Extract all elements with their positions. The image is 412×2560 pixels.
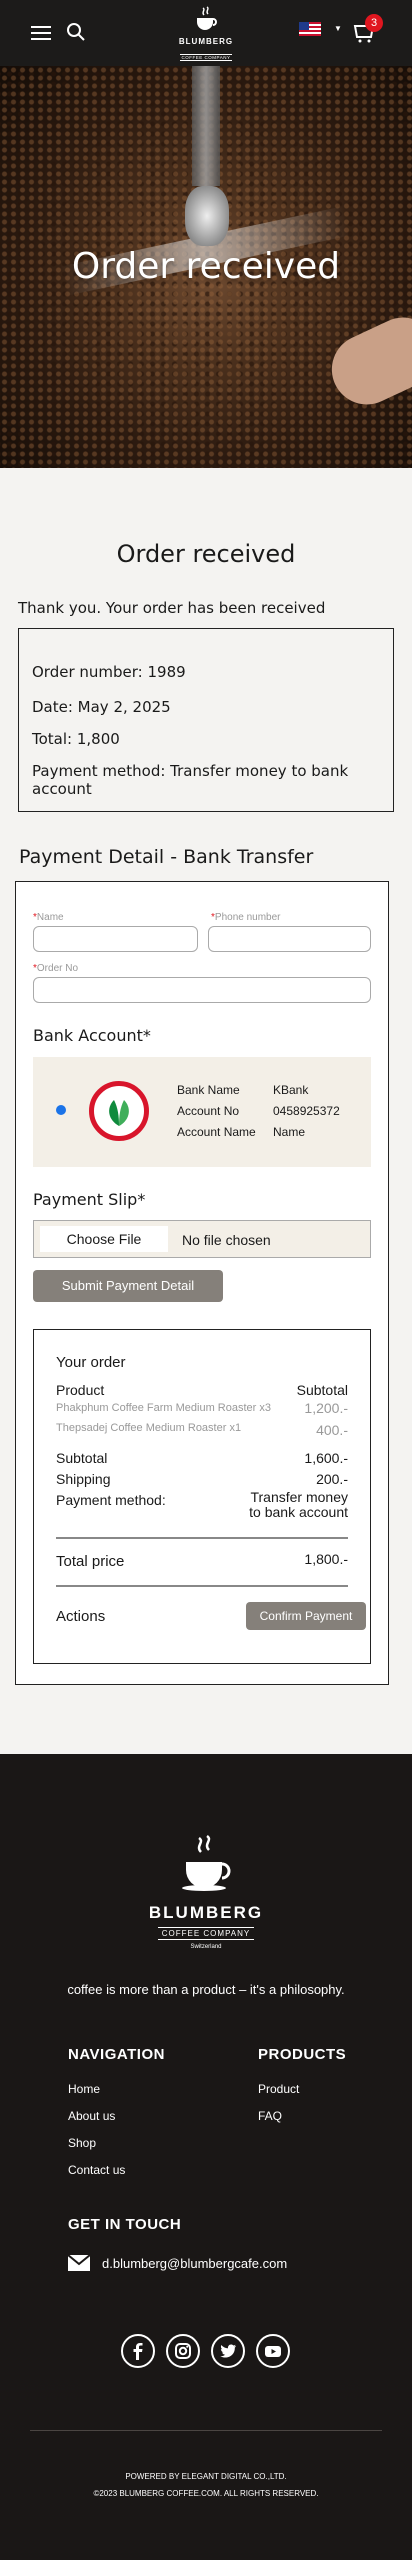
- roaster-hub: [185, 186, 229, 246]
- footer-link-product[interactable]: Product: [258, 2082, 299, 2096]
- footer-logo-sub: COFFEE COMPANY: [157, 1927, 255, 1940]
- confirm-payment-button[interactable]: Confirm Payment: [246, 1602, 366, 1630]
- footer-logo-country: Switzerland: [190, 1944, 222, 1950]
- logo-brand: BLUMBERG: [178, 37, 234, 46]
- footer: BLUMBERG COFFEE COMPANY Switzerland coff…: [0, 1754, 412, 2560]
- logo-sub: COFFEE COMPANY: [179, 54, 233, 61]
- navigation-heading: NAVIGATION: [68, 2046, 165, 2063]
- footer-divider: [30, 2430, 382, 2431]
- total-price-value: 1,800.-: [304, 1551, 348, 1567]
- name-input[interactable]: [33, 926, 198, 952]
- contact-heading: GET IN TOUCH: [68, 2216, 182, 2233]
- account-name-value: Name: [273, 1125, 306, 1139]
- total-price-label: Total price: [56, 1553, 125, 1570]
- bank-account-card[interactable]: Bank Name KBank Account No 0458925372 Ac…: [33, 1057, 371, 1167]
- footer-link-faq[interactable]: FAQ: [258, 2109, 282, 2123]
- your-order-box: Your order Product Subtotal Phakphum Cof…: [33, 1329, 371, 1664]
- bank-name-key: Bank Name: [177, 1083, 240, 1097]
- payment-detail-form: *Name *Phone number *Order No Bank Accou…: [15, 881, 389, 1685]
- order-item-name: Thepsadej Coffee Medium Roaster x1: [56, 1422, 242, 1434]
- menu-icon[interactable]: [31, 26, 51, 40]
- chevron-down-icon[interactable]: ▼: [334, 24, 342, 33]
- payment-detail-title: Payment Detail - Bank Transfer: [19, 846, 314, 868]
- hero-title: Order received: [71, 246, 341, 287]
- footer-logo[interactable]: BLUMBERG COFFEE COMPANY Switzerland: [136, 1834, 276, 1950]
- phone-label: *Phone number: [211, 912, 281, 923]
- subtotal-col-header: Subtotal: [296, 1382, 348, 1398]
- order-number: Order number: 1989: [32, 663, 186, 681]
- search-icon[interactable]: [66, 22, 86, 42]
- payment-slip-heading: Payment Slip*: [33, 1190, 146, 1209]
- youtube-icon[interactable]: [256, 2334, 290, 2368]
- actions-label: Actions: [56, 1608, 106, 1625]
- product-col-header: Product: [56, 1382, 105, 1398]
- order-date: Date: May 2, 2025: [32, 698, 171, 716]
- thank-you-text: Thank you. Your order has been received: [18, 599, 326, 617]
- brand-logo[interactable]: BLUMBERG COFFEE COMPANY: [168, 6, 244, 64]
- footer-tagline: coffee is more than a product – it's a p…: [67, 1982, 345, 1997]
- your-order-title: Your order: [56, 1354, 126, 1371]
- footer-link-shop[interactable]: Shop: [68, 2136, 96, 2150]
- account-name-key: Account Name: [177, 1125, 256, 1139]
- footer-link-contact[interactable]: Contact us: [68, 2163, 125, 2177]
- instagram-icon[interactable]: [166, 2334, 200, 2368]
- order-summary-box: Order number: 1989 Date: May 2, 2025 Tot…: [18, 628, 394, 812]
- shipping-label: Shipping: [56, 1471, 111, 1487]
- order-received-title: Order received: [116, 540, 296, 568]
- choose-file-button[interactable]: Choose File: [40, 1226, 168, 1252]
- order-no-input[interactable]: [33, 977, 371, 1003]
- account-no-key: Account No: [177, 1104, 240, 1118]
- submit-payment-button[interactable]: Submit Payment Detail: [33, 1270, 223, 1302]
- footer-logo-brand: BLUMBERG: [148, 1903, 264, 1922]
- account-no-value: 0458925372: [273, 1104, 340, 1118]
- us-flag-icon[interactable]: [299, 22, 321, 36]
- shipping-value: 200.-: [316, 1471, 348, 1487]
- contact-email-link[interactable]: d.blumberg@blumbergcafe.com: [102, 2256, 287, 2271]
- phone-input[interactable]: [208, 926, 371, 952]
- products-heading: PRODUCTS: [258, 2046, 347, 2063]
- subtotal-label: Subtotal: [56, 1450, 108, 1466]
- order-no-label: *Order No: [33, 963, 79, 974]
- payment-method-label: Payment method:: [56, 1492, 166, 1508]
- facebook-icon[interactable]: [121, 2334, 155, 2368]
- bank-radio[interactable]: [56, 1105, 66, 1115]
- copyright-text: ©2023 BLUMBERG COFFEE.COM. ALL RIGHTS RE…: [93, 2489, 319, 2498]
- coffee-cup-icon: [182, 1834, 231, 1891]
- bank-account-heading: Bank Account*: [33, 1026, 151, 1045]
- order-total: Total: 1,800: [32, 730, 120, 748]
- bank-name-value: KBank: [273, 1083, 309, 1097]
- divider: [56, 1537, 348, 1539]
- mail-icon: [68, 2255, 90, 2271]
- top-header: BLUMBERG COFFEE COMPANY ▼ 3: [0, 0, 412, 66]
- order-item-price: 1,200.-: [304, 1400, 348, 1416]
- payment-slip-file-input[interactable]: Choose File No file chosen: [33, 1220, 371, 1258]
- divider: [56, 1585, 348, 1587]
- twitter-icon[interactable]: [211, 2334, 245, 2368]
- footer-link-home[interactable]: Home: [68, 2082, 100, 2096]
- kbank-logo-icon: [89, 1081, 149, 1141]
- footer-link-about[interactable]: About us: [68, 2109, 115, 2123]
- roaster-shaft: [192, 66, 220, 186]
- subtotal-value: 1,600.-: [304, 1450, 348, 1466]
- payment-method-value: Transfer money to bank account: [249, 1489, 348, 1520]
- order-item-name: Phakphum Coffee Farm Medium Roaster x3: [56, 1402, 271, 1414]
- cart-count-badge: 3: [365, 14, 383, 32]
- order-item-price: 400.-: [316, 1422, 348, 1438]
- no-file-text: No file chosen: [182, 1232, 271, 1248]
- order-payment-method: Payment method: Transfer money to bank a…: [32, 762, 349, 798]
- name-label: *Name: [33, 912, 64, 923]
- hero-banner: Order received: [0, 66, 412, 468]
- powered-by-text: POWERED BY ELEGANT DIGITAL CO.,LTD.: [125, 2472, 287, 2481]
- coffee-cup-icon: [197, 6, 217, 30]
